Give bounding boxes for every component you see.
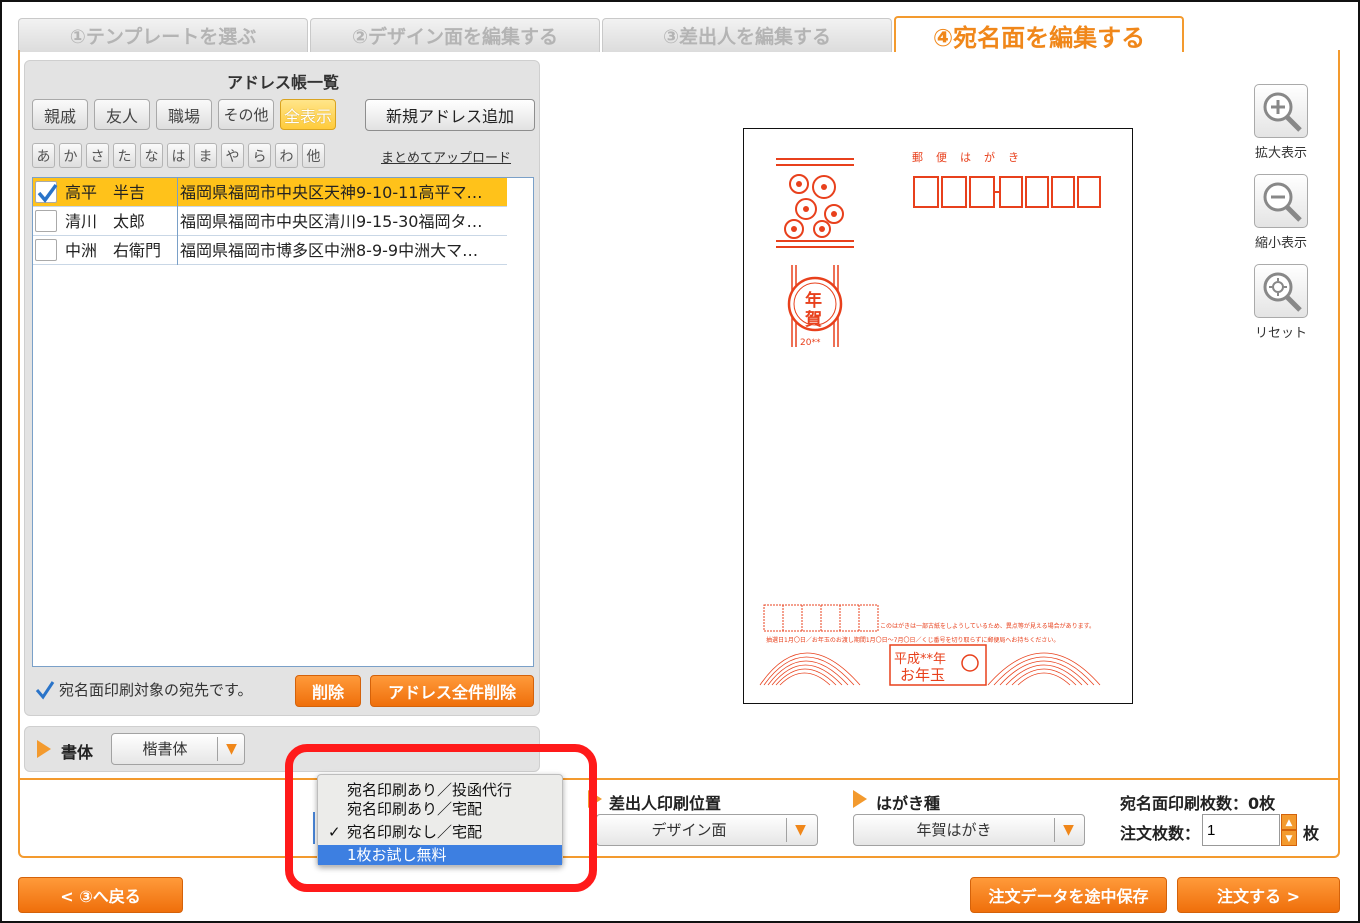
row-name: 高平 半吉 <box>63 178 178 207</box>
postcard-stamp-art <box>759 158 1101 686</box>
group-filter-friends[interactable]: 友人 <box>94 99 150 130</box>
order-qty-input[interactable] <box>1202 814 1280 846</box>
address-book-panel: アドレス帳一覧 親戚 友人 職場 その他 全表示 新規アドレス追加 あ か さ … <box>24 60 540 716</box>
sender-position-label: 差出人印刷位置 <box>609 794 722 813</box>
kana-filter-ya[interactable]: や <box>221 143 244 168</box>
kana-filter-ha[interactable]: は <box>167 143 190 168</box>
address-row[interactable]: 中洲 右衛門 福岡県福岡市博多区中洲8-9-9中洲大マ… <box>33 236 507 265</box>
postal-label: 郵 便 は が き <box>912 151 1020 164</box>
lottery-note-2: 抽選日1月〇日／お年玉のお渡し期間1月〇日〜7月〇日／くじ番号を切り取らずに郵便… <box>766 637 1060 644</box>
add-address-button[interactable]: 新規アドレス追加 <box>365 99 535 131</box>
check-icon <box>37 183 58 203</box>
print-target-note: 宛名面印刷対象の宛先です。 <box>35 679 253 700</box>
zoom-in-button[interactable] <box>1254 84 1308 138</box>
tab-select-template[interactable]: ①テンプレートを選ぶ <box>18 18 308 52</box>
address-row[interactable]: 高平 半吉 福岡県福岡市中央区天神9-10-11高平マ… <box>33 178 507 207</box>
tab-edit-address-side[interactable]: ④宛名面を編集する <box>894 16 1184 52</box>
otoshidama-label: お年玉 <box>900 666 946 684</box>
order-qty-stepper[interactable]: ▲ ▼ <box>1281 814 1297 846</box>
delete-button[interactable]: 削除 <box>295 675 361 707</box>
zoom-out-icon <box>1263 182 1302 222</box>
row-address: 福岡県福岡市中央区天神9-10-11高平マ… <box>180 183 483 202</box>
dropdown-arrow-icon: ▼ <box>1054 818 1082 842</box>
kana-filter-na[interactable]: な <box>140 143 163 168</box>
order-qty-unit: 枚 <box>1303 824 1320 843</box>
check-icon <box>35 680 55 699</box>
group-filter-all[interactable]: 全表示 <box>280 99 336 130</box>
reset-icon <box>1263 272 1302 312</box>
card-type-select[interactable]: 年賀はがき ▼ <box>853 814 1085 846</box>
place-order-button[interactable]: 注文する > <box>1177 877 1340 913</box>
row-address: 福岡県福岡市中央区清川9-15-30福岡タ… <box>180 212 483 231</box>
group-filter-other[interactable]: その他 <box>218 99 274 130</box>
kana-filter-ka[interactable]: か <box>59 143 82 168</box>
reset-zoom-button[interactable] <box>1254 264 1308 318</box>
dropdown-arrow-icon: ▼ <box>217 737 245 761</box>
address-book-title: アドレス帳一覧 <box>226 73 339 92</box>
lottery-note-1: このはがきは一部古紙をしようしているため、異点等が見える場合があります。 <box>880 623 1096 630</box>
sender-position-value: デザイン面 <box>651 821 727 839</box>
address-list: 高平 半吉 福岡県福岡市中央区天神9-10-11高平マ… 清川 太郎 福岡県福岡… <box>32 177 534 667</box>
group-filter-relatives[interactable]: 親戚 <box>32 99 88 130</box>
row-address: 福岡県福岡市博多区中洲8-9-9中洲大マ… <box>180 241 479 260</box>
note-text: 宛名面印刷対象の宛先です。 <box>59 681 253 699</box>
zoom-in-icon <box>1263 92 1302 132</box>
zoom-out-button[interactable] <box>1254 174 1308 228</box>
step-tabs: ①テンプレートを選ぶ ②デザイン面を編集する ③差出人を編集する ④宛名面を編集… <box>18 16 1340 52</box>
stepper-down-icon[interactable]: ▼ <box>1281 830 1297 846</box>
font-select[interactable]: 楷書体 ▼ <box>111 733 245 765</box>
section-arrow-icon <box>37 740 51 758</box>
reset-zoom-label: リセット <box>1254 326 1307 341</box>
settings-divider <box>18 778 1340 780</box>
card-type-label: はがき種 <box>876 794 941 813</box>
back-to-step3-button[interactable]: < ③へ戻る <box>18 877 183 913</box>
kana-filter-wa[interactable]: わ <box>275 143 298 168</box>
kana-filter-ra[interactable]: ら <box>248 143 271 168</box>
delete-all-addresses-button[interactable]: アドレス全件削除 <box>370 675 534 707</box>
font-select-value: 楷書体 <box>142 740 188 758</box>
nenga-mark-bottom: 賀 <box>805 310 822 330</box>
zoom-out-label: 縮小表示 <box>1254 236 1307 251</box>
tab-edit-sender[interactable]: ③差出人を編集する <box>602 18 892 52</box>
stepper-up-icon[interactable]: ▲ <box>1281 814 1297 830</box>
row-name: 中洲 右衛門 <box>63 236 178 265</box>
section-arrow-icon <box>853 790 867 808</box>
kana-filter-a[interactable]: あ <box>32 143 55 168</box>
card-type-value: 年賀はがき <box>916 821 992 839</box>
address-row[interactable]: 清川 太郎 福岡県福岡市中央区清川9-15-30福岡タ… <box>33 207 507 236</box>
tab-edit-design[interactable]: ②デザイン面を編集する <box>310 18 600 52</box>
order-qty-label: 注文枚数： <box>1120 824 1201 843</box>
row-name: 清川 太郎 <box>63 207 178 236</box>
kana-filter-ta[interactable]: た <box>113 143 136 168</box>
sender-position-select[interactable]: デザイン面 ▼ <box>596 814 818 846</box>
kana-filter-sa[interactable]: さ <box>86 143 109 168</box>
bulk-upload-link[interactable]: まとめてアップロード <box>381 147 511 166</box>
dropdown-arrow-icon: ▼ <box>786 818 814 842</box>
kana-filter-other[interactable]: 他 <box>302 143 325 168</box>
group-filter-work[interactable]: 職場 <box>156 99 212 130</box>
print-count-label: 宛名面印刷枚数：0枚 <box>1120 794 1276 813</box>
row-checkbox[interactable] <box>35 181 58 203</box>
annotation-highlight-ring <box>285 744 597 892</box>
font-label: 書体 <box>61 743 94 762</box>
row-checkbox[interactable] <box>35 239 57 261</box>
postcard-preview: 郵 便 は が き 年 賀 20** このはがきは一部古紙をしようしているため、… <box>743 128 1133 704</box>
zoom-in-label: 拡大表示 <box>1254 146 1307 161</box>
nenga-year: 20** <box>800 338 821 348</box>
save-draft-button[interactable]: 注文データを途中保存 <box>970 877 1167 913</box>
row-checkbox[interactable] <box>35 210 57 232</box>
kana-filter-ma[interactable]: ま <box>194 143 217 168</box>
